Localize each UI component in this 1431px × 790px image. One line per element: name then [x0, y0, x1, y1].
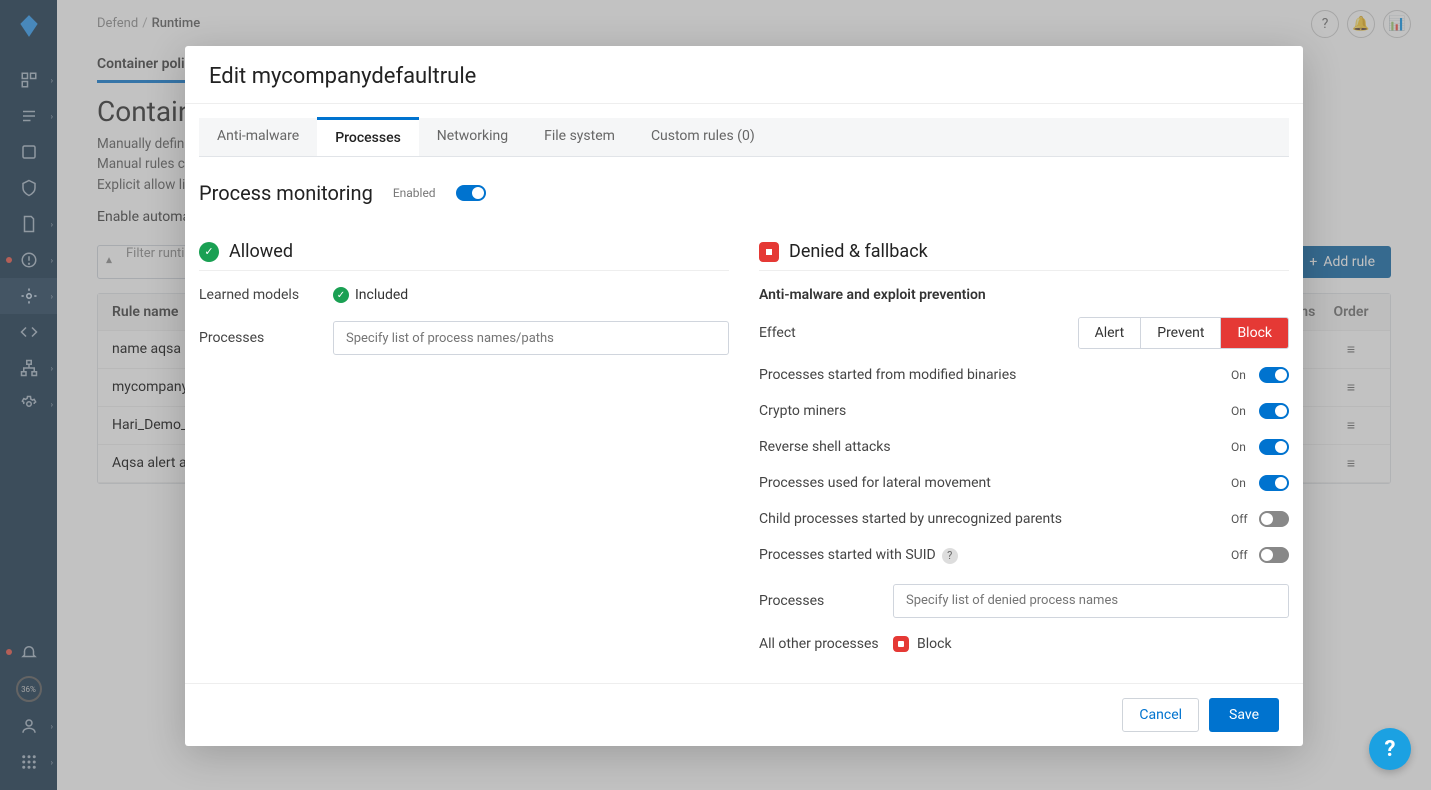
toggle-label: Child processes started by unrecognized … — [759, 511, 1231, 527]
toggle-switch[interactable] — [1259, 367, 1289, 383]
toggle-switch[interactable] — [1259, 475, 1289, 491]
cancel-button[interactable]: Cancel — [1122, 698, 1199, 732]
toggle-label: Reverse shell attacks — [759, 439, 1231, 455]
tab-filesystem[interactable]: File system — [526, 118, 633, 156]
included-label: Included — [355, 287, 408, 303]
denied-processes-label: Processes — [759, 593, 879, 609]
save-button[interactable]: Save — [1209, 698, 1279, 732]
check-icon: ✓ — [199, 242, 219, 262]
effect-prevent[interactable]: Prevent — [1141, 318, 1221, 348]
help-icon[interactable]: ? — [942, 548, 958, 564]
process-monitoring-toggle[interactable] — [456, 185, 486, 201]
stop-icon — [759, 242, 779, 262]
processes-label: Processes — [199, 330, 319, 346]
toggle-state-label: Off — [1231, 512, 1259, 526]
process-monitoring-title: Process monitoring — [199, 181, 373, 205]
allowed-processes-input[interactable] — [333, 321, 729, 355]
toggle-state-label: On — [1231, 404, 1259, 418]
effect-block[interactable]: Block — [1221, 318, 1288, 348]
toggle-switch[interactable] — [1259, 547, 1289, 563]
toggle-row: Processes used for lateral movementOn — [759, 475, 1289, 491]
enabled-label: Enabled — [393, 186, 436, 200]
learned-models-label: Learned models — [199, 287, 319, 303]
tab-processes[interactable]: Processes — [317, 117, 419, 156]
toggle-switch[interactable] — [1259, 439, 1289, 455]
all-other-value: Block — [893, 636, 952, 652]
toggle-label: Processes started from modified binaries — [759, 367, 1231, 383]
toggle-label: Processes used for lateral movement — [759, 475, 1231, 491]
edit-rule-modal: Edit mycompanydefaultrule Anti-malware P… — [185, 46, 1303, 746]
toggle-row: Processes started with SUID?Off — [759, 547, 1289, 564]
toggle-row: Crypto minersOn — [759, 403, 1289, 419]
tab-custom-rules[interactable]: Custom rules (0) — [633, 118, 773, 156]
toggle-label: Processes started with SUID? — [759, 547, 1231, 564]
toggle-row: Child processes started by unrecognized … — [759, 511, 1289, 527]
toggle-state-label: Off — [1231, 548, 1259, 562]
denied-subhead: Anti-malware and exploit prevention — [759, 287, 1289, 303]
denied-processes-input[interactable] — [893, 584, 1289, 618]
toggle-row: Processes started from modified binaries… — [759, 367, 1289, 383]
denied-title: Denied & fallback — [789, 241, 928, 262]
effect-alert[interactable]: Alert — [1079, 318, 1142, 348]
toggle-label: Crypto miners — [759, 403, 1231, 419]
block-icon — [893, 636, 909, 652]
toggle-row: Reverse shell attacksOn — [759, 439, 1289, 455]
toggle-state-label: On — [1231, 476, 1259, 490]
modal-tabs: Anti-malware Processes Networking File s… — [199, 118, 1289, 157]
toggle-switch[interactable] — [1259, 511, 1289, 527]
tab-networking[interactable]: Networking — [419, 118, 526, 156]
tab-antimalware[interactable]: Anti-malware — [199, 118, 317, 156]
allowed-title: Allowed — [229, 241, 293, 262]
included-check-icon: ✓ — [333, 287, 349, 303]
toggle-state-label: On — [1231, 440, 1259, 454]
modal-title: Edit mycompanydefaultrule — [185, 46, 1303, 104]
effect-button-group: Alert Prevent Block — [1078, 317, 1289, 349]
toggle-state-label: On — [1231, 368, 1259, 382]
toggle-switch[interactable] — [1259, 403, 1289, 419]
help-fab[interactable]: ? — [1369, 728, 1411, 770]
all-other-label: All other processes — [759, 636, 879, 652]
effect-label: Effect — [759, 325, 1064, 341]
